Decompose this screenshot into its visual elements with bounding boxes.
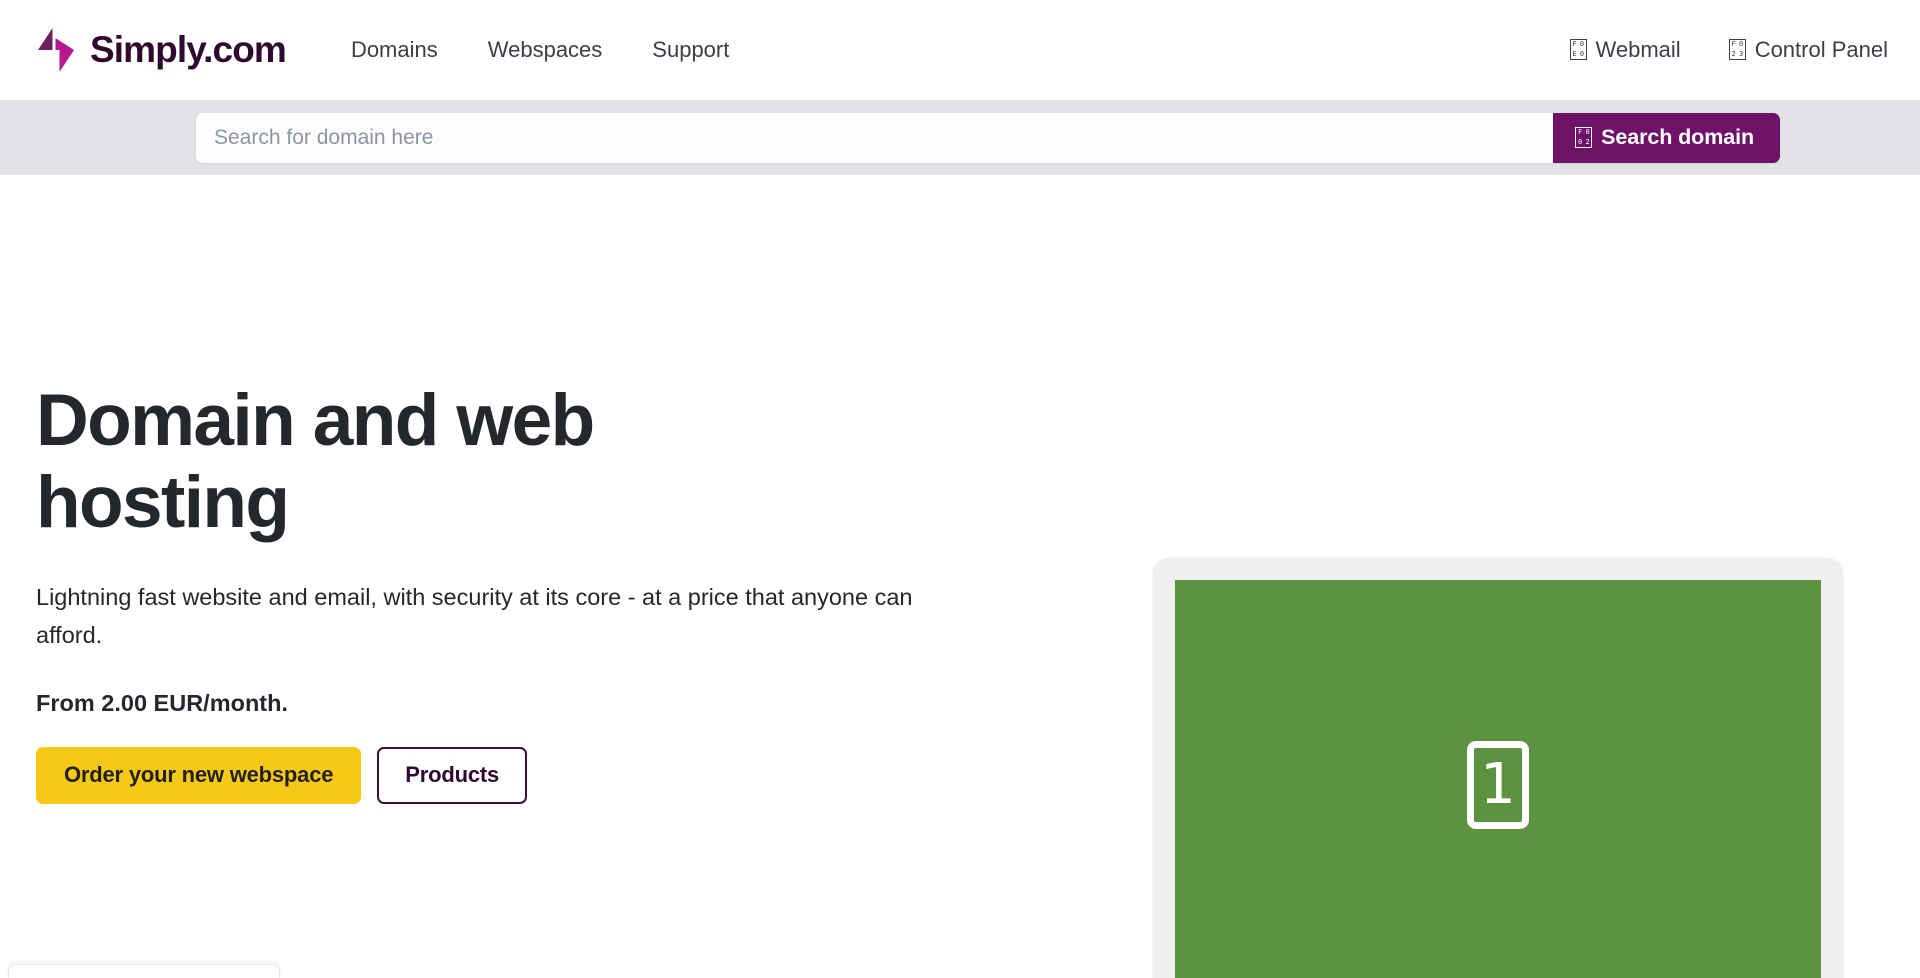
domain-search-group: F002 Search domain (196, 112, 1780, 163)
nav-support[interactable]: Support (652, 37, 729, 63)
hero-section: Domain and web hosting Lightning fast we… (0, 175, 1920, 978)
hero-price-text: From 2.00 EUR/month. (36, 689, 289, 716)
nav-webmail[interactable]: F0E0 Webmail (1569, 36, 1681, 63)
lightning-bolt-logo-icon (38, 27, 74, 72)
broken-image-placeholder-icon: 1 (1467, 741, 1529, 829)
brand-logo-link[interactable]: Simply.com (36, 27, 287, 73)
missing-glyph-icon: F023 (1728, 39, 1746, 60)
header-account-links: F0E0 Webmail F023 Control Panel (1569, 36, 1888, 63)
laptop-illustration: 1 (1078, 558, 1918, 978)
main-navigation: Domains Webspaces Support (351, 37, 729, 63)
site-header: Simply.com Domains Webspaces Support F0E… (0, 0, 1920, 100)
domain-search-band: F002 Search domain (0, 100, 1920, 175)
laptop-lid: 1 (1153, 558, 1843, 978)
nav-domains[interactable]: Domains (351, 37, 438, 63)
order-webspace-button[interactable]: Order your new webspace (36, 746, 362, 804)
missing-glyph-icon: F0E0 (1569, 39, 1587, 60)
nav-control-panel-label: Control Panel (1754, 36, 1888, 62)
cookie-consent-panel[interactable] (8, 964, 280, 978)
search-input[interactable] (196, 112, 1554, 163)
brand-name: Simply.com (90, 28, 287, 70)
products-button[interactable]: Products (377, 746, 528, 804)
search-domain-button[interactable]: F002 Search domain (1553, 112, 1780, 163)
hero-actions: Order your new webspace Products (36, 746, 956, 804)
nav-control-panel[interactable]: F023 Control Panel (1728, 36, 1888, 63)
missing-glyph-icon: F002 (1575, 127, 1593, 148)
nav-webspaces[interactable]: Webspaces (488, 37, 603, 63)
hero-subtitle: Lightning fast website and email, with s… (36, 583, 913, 648)
hero-copy: Domain and web hosting Lightning fast we… (36, 380, 956, 804)
search-domain-button-label: Search domain (1601, 125, 1754, 149)
laptop-screen: 1 (1175, 580, 1821, 978)
cookie-consent-panel-text (9, 965, 279, 969)
page-title: Domain and web hosting (36, 380, 595, 543)
nav-webmail-label: Webmail (1595, 36, 1681, 62)
